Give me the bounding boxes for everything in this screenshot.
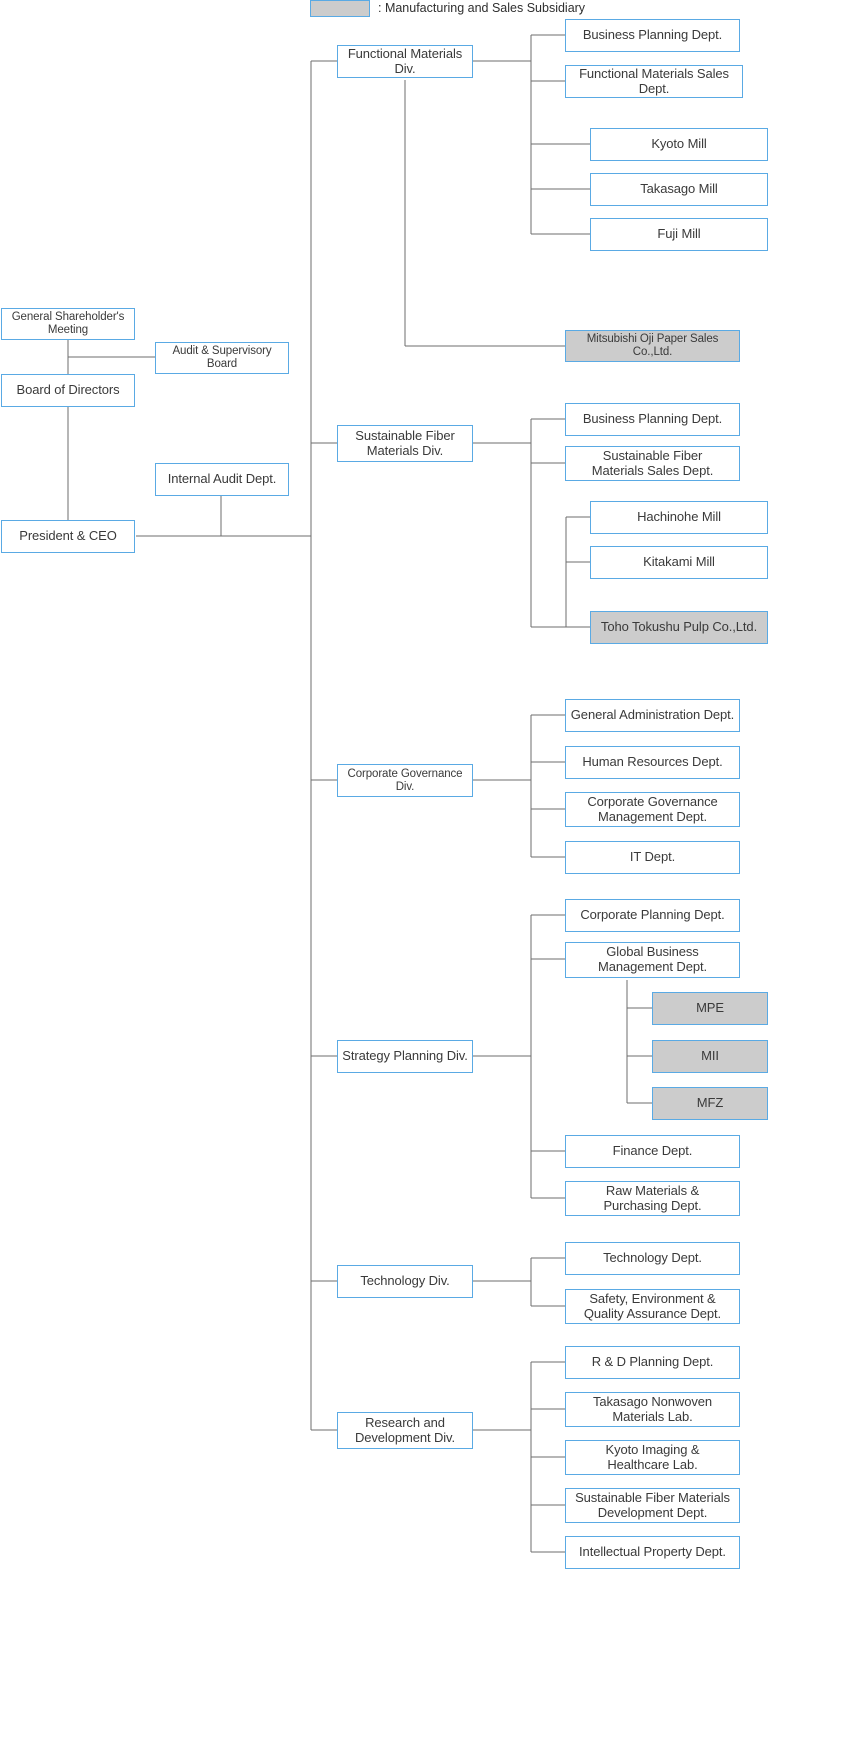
- node-corporate-planning-dept[interactable]: Corporate Planning Dept.: [565, 899, 740, 932]
- node-general-shareholders-meeting[interactable]: General Shareholder's Meeting: [1, 308, 135, 340]
- node-mitsubishi-oji-paper-sales[interactable]: Mitsubishi Oji Paper Sales Co.,Ltd.: [565, 330, 740, 362]
- node-kitakami-mill[interactable]: Kitakami Mill: [590, 546, 768, 579]
- org-chart: : Manufacturing and Sales Subsidiary Gen…: [0, 0, 864, 1759]
- node-takasago-mill[interactable]: Takasago Mill: [590, 173, 768, 206]
- node-sustainable-fiber-materials-sales-dept[interactable]: Sustainable Fiber Materials Sales Dept.: [565, 446, 740, 481]
- node-president-ceo[interactable]: President & CEO: [1, 520, 135, 553]
- node-intellectual-property-dept[interactable]: Intellectual Property Dept.: [565, 1536, 740, 1569]
- node-global-business-management-dept[interactable]: Global Business Management Dept.: [565, 942, 740, 978]
- node-raw-materials-purchasing-dept[interactable]: Raw Materials & Purchasing Dept.: [565, 1181, 740, 1216]
- node-board-of-directors[interactable]: Board of Directors: [1, 374, 135, 407]
- node-technology-dept[interactable]: Technology Dept.: [565, 1242, 740, 1275]
- node-toho-tokushu-pulp[interactable]: Toho Tokushu Pulp Co.,Ltd.: [590, 611, 768, 644]
- node-audit-supervisory-board[interactable]: Audit & Supervisory Board: [155, 342, 289, 374]
- legend-swatch: [310, 0, 370, 17]
- node-mpe[interactable]: MPE: [652, 992, 768, 1025]
- node-functional-materials-div[interactable]: Functional Materials Div.: [337, 45, 473, 78]
- node-mii[interactable]: MII: [652, 1040, 768, 1073]
- node-hachinohe-mill[interactable]: Hachinohe Mill: [590, 501, 768, 534]
- node-it-dept[interactable]: IT Dept.: [565, 841, 740, 874]
- node-kyoto-imaging-healthcare-lab[interactable]: Kyoto Imaging & Healthcare Lab.: [565, 1440, 740, 1475]
- node-functional-materials-sales-dept[interactable]: Functional Materials Sales Dept.: [565, 65, 743, 98]
- node-research-development-div[interactable]: Research and Development Div.: [337, 1412, 473, 1449]
- node-general-administration-dept[interactable]: General Administration Dept.: [565, 699, 740, 732]
- node-fuji-mill[interactable]: Fuji Mill: [590, 218, 768, 251]
- node-finance-dept[interactable]: Finance Dept.: [565, 1135, 740, 1168]
- node-rd-planning-dept[interactable]: R & D Planning Dept.: [565, 1346, 740, 1379]
- node-sustainable-fiber-materials-development-dept[interactable]: Sustainable Fiber Materials Development …: [565, 1488, 740, 1523]
- node-mfz[interactable]: MFZ: [652, 1087, 768, 1120]
- node-safety-environment-quality-assurance-dept[interactable]: Safety, Environment & Quality Assurance …: [565, 1289, 740, 1324]
- node-sustainable-fiber-materials-div[interactable]: Sustainable Fiber Materials Div.: [337, 425, 473, 462]
- node-internal-audit-dept[interactable]: Internal Audit Dept.: [155, 463, 289, 496]
- legend-label: : Manufacturing and Sales Subsidiary: [378, 1, 586, 15]
- node-technology-div[interactable]: Technology Div.: [337, 1265, 473, 1298]
- node-kyoto-mill[interactable]: Kyoto Mill: [590, 128, 768, 161]
- node-corporate-governance-management-dept[interactable]: Corporate Governance Management Dept.: [565, 792, 740, 827]
- node-strategy-planning-div[interactable]: Strategy Planning Div.: [337, 1040, 473, 1073]
- node-corporate-governance-div[interactable]: Corporate Governance Div.: [337, 764, 473, 797]
- node-sf-business-planning-dept[interactable]: Business Planning Dept.: [565, 403, 740, 436]
- node-fm-business-planning-dept[interactable]: Business Planning Dept.: [565, 19, 740, 52]
- node-human-resources-dept[interactable]: Human Resources Dept.: [565, 746, 740, 779]
- node-takasago-nonwoven-materials-lab[interactable]: Takasago Nonwoven Materials Lab.: [565, 1392, 740, 1427]
